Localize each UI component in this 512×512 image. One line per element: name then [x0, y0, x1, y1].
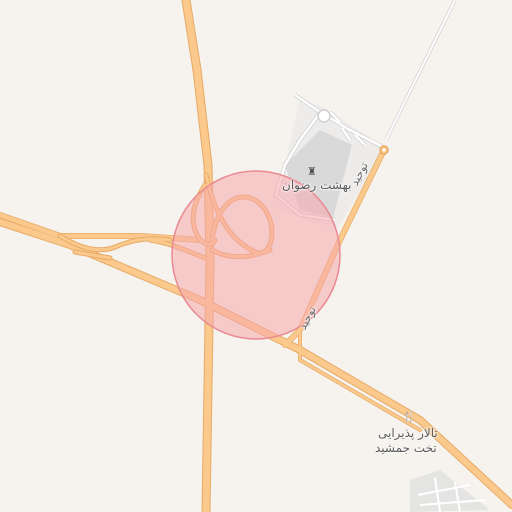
poi-label-cemetery[interactable]: بهشت رضوان: [282, 178, 352, 192]
cemetery-icon[interactable]: ♜: [307, 166, 317, 177]
poi-label-restaurant-line2[interactable]: تخت جمشید: [375, 441, 437, 455]
restaurant-icon[interactable]: 🍴: [402, 411, 416, 422]
poi-label-restaurant-line1[interactable]: تالار پذیرایی: [378, 426, 438, 440]
roundabout: [379, 145, 389, 155]
map-view[interactable]: ♜ بهشت رضوان توحید توحید 🍴 تالار پذیرایی…: [0, 0, 512, 512]
minor-road: [384, 0, 457, 141]
